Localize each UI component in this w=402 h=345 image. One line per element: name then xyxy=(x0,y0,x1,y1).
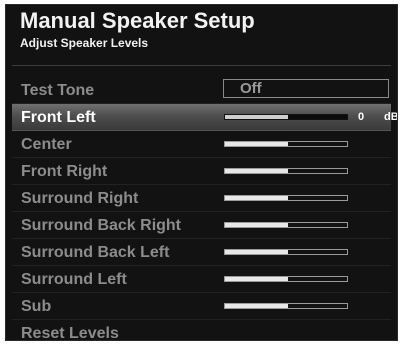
front-right-level-slider[interactable] xyxy=(224,168,348,174)
surround-right-level-fill xyxy=(225,196,289,200)
row-center[interactable]: Center xyxy=(12,131,391,158)
surround-back-right-level-fill xyxy=(225,223,289,227)
row-front-left[interactable]: Front Left 0 dB xyxy=(12,104,397,131)
settings-list: Test Tone Off Front Left 0 dB Center Fro… xyxy=(12,77,397,341)
surround-back-left-level-slider[interactable] xyxy=(224,249,348,255)
front-left-level-slider[interactable] xyxy=(224,114,348,120)
surround-left-level-slider[interactable] xyxy=(224,276,348,282)
surround-back-left-level-fill xyxy=(225,250,289,254)
speaker-setup-panel: Manual Speaker Setup Adjust Speaker Leve… xyxy=(5,4,398,341)
center-label: Center xyxy=(21,136,72,153)
surround-right-level-slider[interactable] xyxy=(224,195,348,201)
row-surround-right[interactable]: Surround Right xyxy=(12,185,391,212)
front-left-level-unit: dB xyxy=(384,111,398,123)
row-surround-back-left[interactable]: Surround Back Left xyxy=(12,239,391,266)
row-surround-back-right[interactable]: Surround Back Right xyxy=(12,212,391,239)
sub-level-slider[interactable] xyxy=(224,303,348,309)
surround-back-left-label: Surround Back Left xyxy=(21,244,170,261)
center-level-slider[interactable] xyxy=(224,141,348,147)
surround-left-label: Surround Left xyxy=(21,271,127,288)
row-test-tone[interactable]: Test Tone Off xyxy=(12,77,391,104)
front-right-level-fill xyxy=(225,169,289,173)
surround-left-level-fill xyxy=(225,277,289,281)
page-title: Manual Speaker Setup xyxy=(20,8,255,33)
sub-label: Sub xyxy=(21,298,52,315)
page-subtitle: Adjust Speaker Levels xyxy=(20,36,149,50)
center-level-fill xyxy=(225,142,289,146)
surround-back-right-level-slider[interactable] xyxy=(224,222,348,228)
sub-level-fill xyxy=(225,304,289,308)
row-surround-left[interactable]: Surround Left xyxy=(12,266,391,293)
row-front-right[interactable]: Front Right xyxy=(12,158,391,185)
row-sub[interactable]: Sub xyxy=(12,293,391,320)
test-tone-label: Test Tone xyxy=(21,82,95,99)
surround-right-label: Surround Right xyxy=(21,190,139,207)
front-left-level-fill xyxy=(225,115,289,119)
front-right-label: Front Right xyxy=(21,163,108,180)
reset-levels-label: Reset Levels xyxy=(21,325,119,341)
test-tone-value: Off xyxy=(240,80,262,97)
front-left-level-readout: 0 xyxy=(358,111,365,123)
front-left-label: Front Left xyxy=(21,109,96,126)
surround-back-right-label: Surround Back Right xyxy=(21,217,182,234)
header-divider xyxy=(12,65,391,66)
row-reset-levels[interactable]: Reset Levels xyxy=(12,320,391,341)
test-tone-value-box[interactable]: Off xyxy=(223,79,389,98)
